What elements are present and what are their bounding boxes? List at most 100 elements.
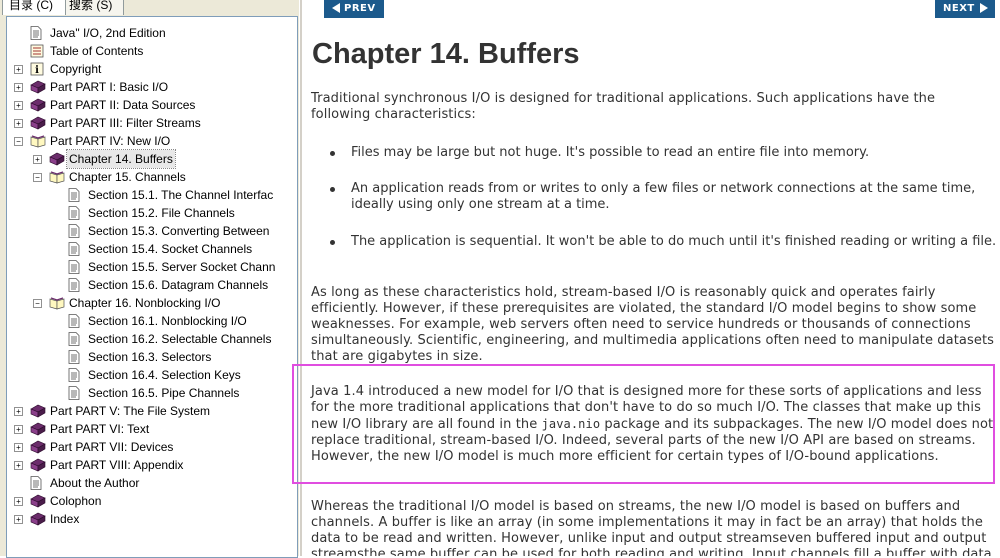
page-icon: [68, 224, 83, 238]
tree-item[interactable]: Section 15.4. Socket Channels: [7, 240, 297, 258]
tree-item-label: Part PART I: Basic I/O: [50, 80, 169, 94]
tree-item-label: Part PART V: The File System: [50, 404, 211, 418]
tree-item-label: Section 16.3. Selectors: [88, 350, 212, 364]
tree-item-label: Chapter 16. Nonblocking I/O: [69, 296, 221, 310]
page-icon: [68, 242, 83, 256]
intro-paragraph: Traditional synchronous I/O is designed …: [311, 91, 936, 122]
tree-item-label: Section 15.3. Converting Between: [88, 224, 270, 238]
page-icon: [68, 260, 83, 274]
expand-icon[interactable]: +: [14, 407, 23, 416]
tree-item[interactable]: Section 16.2. Selectable Channels: [7, 330, 297, 348]
tree-item[interactable]: Section 16.5. Pipe Channels: [7, 384, 297, 402]
book-open-icon: [30, 134, 46, 148]
prev-arrow-icon: [332, 3, 340, 13]
tree-item-label: Copyright: [50, 62, 102, 76]
paragraph-4: Whereas the traditional I/O model is bas…: [311, 499, 992, 556]
tree-item[interactable]: Section 15.6. Datagram Channels: [7, 276, 297, 294]
page-icon: [68, 386, 83, 400]
tree-item-label: Part PART II: Data Sources: [50, 98, 196, 112]
tree-item[interactable]: About the Author: [7, 474, 297, 492]
tree-item[interactable]: + Part PART VIII: Appendix: [7, 456, 297, 474]
tree-item[interactable]: + Part PART III: Filter Streams: [7, 114, 297, 132]
tree-item-label: Part PART VIII: Appendix: [50, 458, 184, 472]
list-item-text: An application reads from or writes to o…: [351, 181, 976, 212]
navigation-pane: 目录 (C) 搜索 (S) Java" I/O, 2nd Edition Tabl…: [0, 0, 299, 558]
book-icon: [30, 440, 46, 454]
next-label: NEXT: [943, 3, 975, 14]
tree-item-label: Colophon: [50, 494, 102, 508]
book-open-icon: [49, 170, 65, 184]
tree-item[interactable]: Table of Contents: [7, 42, 297, 60]
book-icon: [30, 422, 46, 436]
tree-item[interactable]: Section 16.1. Nonblocking I/O: [7, 312, 297, 330]
next-button[interactable]: NEXT: [935, 0, 995, 18]
expand-icon[interactable]: +: [14, 443, 23, 452]
prev-label: PREV: [344, 3, 376, 14]
tree-item[interactable]: Section 16.4. Selection Keys: [7, 366, 297, 384]
tree-item-label: Section 16.1. Nonblocking I/O: [88, 314, 247, 328]
tree-item[interactable]: − Chapter 15. Channels: [7, 168, 297, 186]
tree-item[interactable]: + Index: [7, 510, 297, 528]
tree-item[interactable]: Section 16.3. Selectors: [7, 348, 297, 366]
tree-item-label: About the Author: [50, 476, 140, 490]
expand-icon[interactable]: +: [14, 515, 23, 524]
book-open-icon: [49, 296, 65, 310]
paragraph-3: Java 1.4 introduced a new model for I/O …: [311, 384, 995, 465]
tree-item-label: Section 15.4. Socket Channels: [88, 242, 253, 256]
expand-icon[interactable]: +: [14, 425, 23, 434]
tree-item-label: Chapter 15. Channels: [69, 170, 186, 184]
tree-item[interactable]: − Part PART IV: New I/O: [7, 132, 297, 150]
tree-item-label: Section 16.5. Pipe Channels: [88, 386, 240, 400]
tab-search[interactable]: 搜索 (S): [62, 0, 124, 15]
page-icon: [30, 26, 45, 40]
tree-item[interactable]: Section 15.1. The Channel Interfac: [7, 186, 297, 204]
tree-item[interactable]: + Part PART VI: Text: [7, 420, 297, 438]
book-icon: [30, 494, 46, 508]
next-arrow-icon: [979, 3, 988, 13]
tree-item[interactable]: + Part PART I: Basic I/O: [7, 78, 297, 96]
tree-item-label: Part PART IV: New I/O: [50, 134, 171, 148]
tree-item[interactable]: Section 15.5. Server Socket Chann: [7, 258, 297, 276]
content-pane: PREV NEXT Chapter 14. Buffers Traditiona…: [302, 0, 1000, 556]
tree-item[interactable]: + Part PART V: The File System: [7, 402, 297, 420]
tree-item[interactable]: + Part PART II: Data Sources: [7, 96, 297, 114]
expand-icon[interactable]: +: [14, 497, 23, 506]
tree-item[interactable]: + i Copyright: [7, 60, 297, 78]
contents-tree: Java" I/O, 2nd Edition Table of Contents +…: [6, 16, 298, 558]
tree-item-label: Java" I/O, 2nd Edition: [50, 26, 166, 40]
tree-item[interactable]: Java" I/O, 2nd Edition: [7, 24, 297, 42]
expand-icon[interactable]: +: [14, 83, 23, 92]
list-item-text: Files may be large but not huge. It's po…: [351, 145, 870, 160]
tree-item-label: Part PART III: Filter Streams: [50, 116, 201, 130]
tree-item-label: Part PART VII: Devices: [50, 440, 174, 454]
page-icon: [68, 206, 83, 220]
expand-icon[interactable]: +: [14, 119, 23, 128]
tree-item[interactable]: Section 15.2. File Channels: [7, 204, 297, 222]
tree-item-label: Index: [50, 512, 80, 526]
tree-item-label: Section 15.1. The Channel Interfac: [88, 188, 274, 202]
page-icon: [68, 314, 83, 328]
prev-button[interactable]: PREV: [324, 0, 384, 18]
tab-contents[interactable]: 目录 (C): [2, 0, 66, 15]
tree-item[interactable]: Section 15.3. Converting Between: [7, 222, 297, 240]
tree-item[interactable]: − Chapter 16. Nonblocking I/O: [7, 294, 297, 312]
tree-item-label: Section 16.4. Selection Keys: [88, 368, 241, 382]
book-icon: [30, 80, 46, 94]
tree-item[interactable]: + Colophon: [7, 492, 297, 510]
collapse-icon[interactable]: −: [33, 173, 42, 182]
tree-item-label: Chapter 14. Buffers: [66, 149, 176, 169]
expand-icon[interactable]: +: [14, 101, 23, 110]
collapse-icon[interactable]: −: [33, 299, 42, 308]
page-title: Chapter 14. Buffers: [312, 38, 580, 70]
tree-item-label: Table of Contents: [50, 44, 144, 58]
expand-icon[interactable]: +: [14, 65, 23, 74]
bullet-icon: [330, 151, 335, 156]
tree-item-label: Part PART VI: Text: [50, 422, 150, 436]
tree-item[interactable]: + Chapter 14. Buffers: [7, 149, 297, 169]
expand-icon[interactable]: +: [33, 155, 42, 164]
page-icon: [68, 332, 83, 346]
expand-icon[interactable]: +: [14, 461, 23, 470]
collapse-icon[interactable]: −: [14, 137, 23, 146]
bullet-icon: [330, 240, 335, 245]
tree-item[interactable]: + Part PART VII: Devices: [7, 438, 297, 456]
